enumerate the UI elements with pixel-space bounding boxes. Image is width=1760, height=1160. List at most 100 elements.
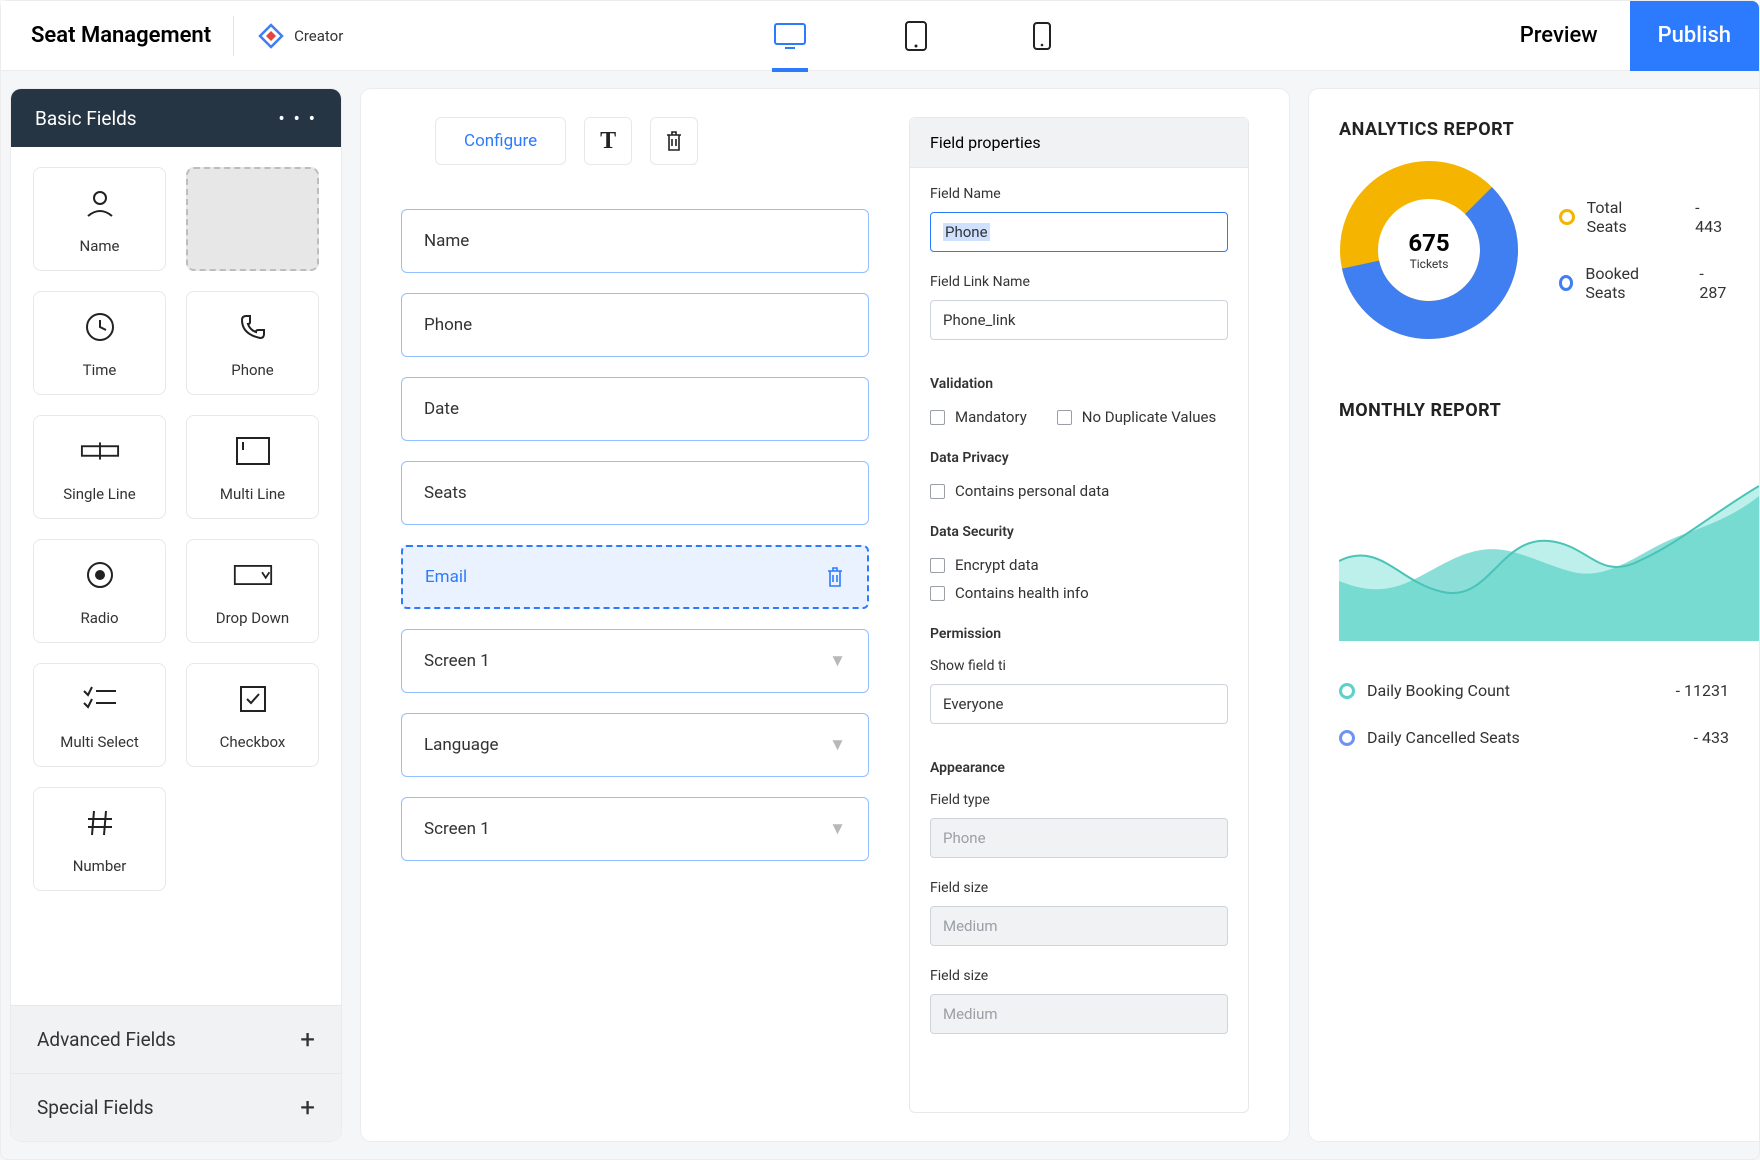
show-input[interactable]: Everyone: [930, 684, 1228, 724]
field-label: Phone: [231, 361, 274, 379]
text-style-button[interactable]: T: [584, 117, 632, 165]
more-options-icon[interactable]: • • •: [278, 107, 317, 130]
field-radio-card[interactable]: Radio: [33, 539, 166, 643]
basic-fields-title: Basic Fields: [35, 107, 137, 130]
field-type-input: Phone: [930, 818, 1228, 858]
hash-icon: [80, 803, 120, 843]
field-label: Multi Line: [220, 485, 285, 503]
plus-icon: +: [300, 1025, 315, 1055]
field-placeholder-card[interactable]: [186, 167, 319, 271]
checkbox-icon: [1057, 410, 1072, 425]
chevron-down-icon: ▼: [829, 735, 846, 755]
field-label: Drop Down: [216, 609, 289, 627]
divider: [233, 16, 234, 56]
field-size2-label: Field size: [930, 968, 1228, 984]
daily-cancel-value: - 433: [1694, 728, 1729, 747]
checkbox-icon: [930, 410, 945, 425]
nodup-checkbox[interactable]: No Duplicate Values: [1057, 408, 1216, 426]
checkbox-icon: [930, 484, 945, 499]
checkbox-icon: [930, 586, 945, 601]
form-field-phone[interactable]: Phone: [401, 293, 869, 357]
field-label: Time: [83, 361, 117, 379]
booked-seats-value: - 287: [1699, 264, 1729, 302]
field-dropdown-card[interactable]: Drop Down: [186, 539, 319, 643]
field-singleline-card[interactable]: Single Line: [33, 415, 166, 519]
field-time-card[interactable]: Time: [33, 291, 166, 395]
form-field-language[interactable]: Language ▼: [401, 713, 869, 777]
tablet-icon: [903, 20, 929, 52]
legend-dot-icon: [1559, 209, 1575, 225]
plus-icon: +: [300, 1093, 315, 1123]
trash-icon: [664, 130, 684, 152]
device-mobile-button[interactable]: [1024, 18, 1060, 54]
field-label: Checkbox: [220, 733, 286, 751]
field-size-input: Medium: [930, 906, 1228, 946]
dropdown-icon: [233, 555, 273, 595]
input-value: Everyone: [943, 695, 1003, 713]
monthly-title: MONTHLY REPORT: [1339, 400, 1729, 421]
creator-logo[interactable]: Creator: [256, 21, 343, 51]
legend-dot-icon: [1559, 275, 1573, 291]
field-type-label: Field type: [930, 792, 1228, 808]
link-name-label: Field Link Name: [930, 274, 1228, 290]
form-field-email[interactable]: Email: [401, 545, 869, 609]
mandatory-checkbox[interactable]: Mandatory: [930, 408, 1027, 426]
form-field-label: Screen 1: [424, 651, 490, 671]
field-name-card[interactable]: Name: [33, 167, 166, 271]
checkbox-label: Contains personal data: [955, 482, 1109, 500]
field-name-input[interactable]: Phone: [930, 212, 1228, 252]
form-field-seats[interactable]: Seats: [401, 461, 869, 525]
text-icon: T: [600, 128, 616, 155]
field-phone-card[interactable]: Phone: [186, 291, 319, 395]
field-label: Multi Select: [60, 733, 139, 751]
input-value: Phone_link: [943, 311, 1015, 329]
field-label: Radio: [80, 609, 118, 627]
field-name-label: Field Name: [930, 186, 1228, 202]
field-number-card[interactable]: Number: [33, 787, 166, 891]
checkbox-icon: [233, 679, 273, 719]
field-label: Name: [80, 237, 120, 255]
field-multiselect-card[interactable]: Multi Select: [33, 663, 166, 767]
security-title: Data Security: [930, 524, 1228, 540]
phone-icon: [233, 307, 273, 347]
advanced-fields-section[interactable]: Advanced Fields +: [11, 1005, 341, 1073]
trash-icon[interactable]: [825, 566, 845, 588]
form-field-screen1[interactable]: Screen 1 ▼: [401, 629, 869, 693]
field-multiline-card[interactable]: Multi Line: [186, 415, 319, 519]
device-tablet-button[interactable]: [898, 18, 934, 54]
singleline-icon: [80, 431, 120, 471]
link-name-input[interactable]: Phone_link: [930, 300, 1228, 340]
field-checkbox-card[interactable]: Checkbox: [186, 663, 319, 767]
health-checkbox[interactable]: Contains health info: [930, 584, 1228, 602]
daily-booking-label: Daily Booking Count: [1367, 681, 1510, 700]
multiselect-icon: [80, 679, 120, 719]
form-field-name[interactable]: Name: [401, 209, 869, 273]
device-desktop-button[interactable]: [772, 18, 808, 54]
chevron-down-icon: ▼: [829, 819, 846, 839]
checkbox-label: Encrypt data: [955, 556, 1039, 574]
section-label: Special Fields: [37, 1096, 154, 1119]
app-title: Seat Management: [31, 23, 211, 48]
chevron-down-icon: ▼: [829, 651, 846, 671]
configure-button[interactable]: Configure: [435, 117, 566, 165]
form-field-screen1b[interactable]: Screen 1 ▼: [401, 797, 869, 861]
clock-icon: [80, 307, 120, 347]
encrypt-checkbox[interactable]: Encrypt data: [930, 556, 1228, 574]
form-field-label: Screen 1: [424, 819, 490, 839]
form-field-label: Email: [425, 567, 467, 587]
legend-dot-icon: [1339, 683, 1355, 699]
input-value: Medium: [943, 1005, 998, 1023]
delete-button[interactable]: [650, 117, 698, 165]
donut-value: 675: [1408, 229, 1449, 257]
total-seats-label: Total Seats: [1587, 198, 1664, 236]
validation-title: Validation: [930, 376, 1228, 392]
publish-button[interactable]: Publish: [1630, 1, 1759, 71]
personal-checkbox[interactable]: Contains personal data: [930, 482, 1228, 500]
preview-button[interactable]: Preview: [1488, 23, 1630, 48]
form-field-label: Date: [424, 399, 459, 419]
form-field-label: Name: [424, 231, 469, 251]
form-field-date[interactable]: Date: [401, 377, 869, 441]
donut-chart: 675 Tickets: [1339, 160, 1519, 340]
privacy-title: Data Privacy: [930, 450, 1228, 466]
special-fields-section[interactable]: Special Fields +: [11, 1073, 341, 1141]
